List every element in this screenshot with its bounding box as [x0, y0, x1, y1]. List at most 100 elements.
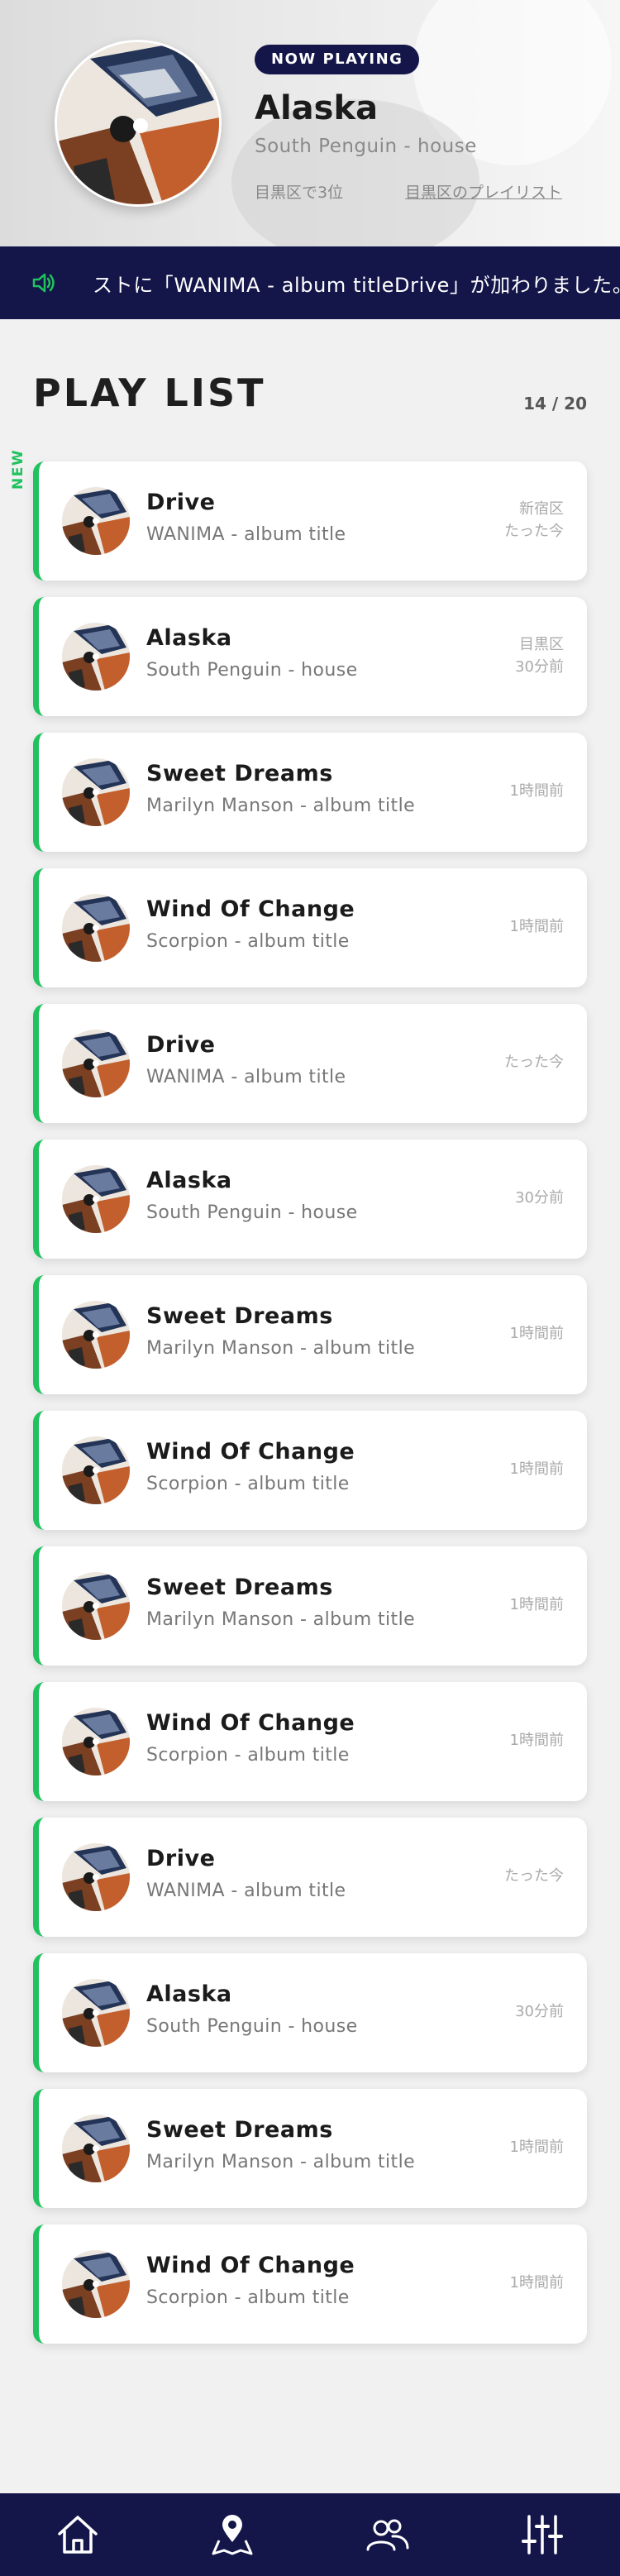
nav-settings-button[interactable]: [509, 2506, 575, 2564]
playlist-heading: PLAY LIST: [33, 370, 266, 415]
track-time: 30分前: [515, 2003, 564, 2020]
speaker-icon: [31, 271, 56, 294]
track-meta: 1時間前: [510, 780, 564, 802]
playlist-card[interactable]: Drive WANIMA - album title 新宿区 たった今: [33, 461, 587, 581]
track-time: 1時間前: [509, 2139, 564, 2156]
playlist-card[interactable]: Wind Of Change Scorpion - album title 1時…: [33, 1682, 587, 1801]
track-thumbnail: [62, 2250, 130, 2318]
map-icon: [212, 2515, 253, 2555]
playlist-card[interactable]: Wind Of Change Scorpion - album title 1時…: [33, 1411, 587, 1530]
bottom-nav: [0, 2493, 620, 2576]
playlist-card[interactable]: Alaska South Penguin - house 目黒区 30分前: [33, 597, 587, 716]
track-thumbnail: [62, 1708, 130, 1775]
nav-users-button[interactable]: [355, 2506, 421, 2564]
playlist-card[interactable]: Sweet Dreams Marilyn Manson - album titl…: [33, 1275, 587, 1394]
track-artist: Marilyn Manson - album title: [146, 1609, 416, 1630]
track-thumbnail: [62, 1979, 130, 2047]
nav-map-button[interactable]: [199, 2506, 265, 2564]
playlist-card[interactable]: Sweet Dreams Marilyn Manson - album titl…: [33, 1546, 587, 1666]
track-time: 1時間前: [509, 1460, 564, 1478]
equalizer-icon: [522, 2515, 564, 2554]
track-artist: Marilyn Manson - album title: [146, 1338, 416, 1359]
track-location: 新宿区: [519, 500, 564, 518]
track-meta: 1時間前: [510, 1322, 564, 1345]
track-time: 1時間前: [509, 782, 564, 800]
playlist-card[interactable]: Drive WANIMA - album title たった今: [33, 1004, 587, 1123]
track-artist: Marilyn Manson - album title: [146, 2152, 416, 2172]
track-meta: 新宿区 たった今: [504, 498, 564, 542]
track-meta: 30分前: [515, 1187, 564, 1209]
playlist-card[interactable]: Wind Of Change Scorpion - album title 1時…: [33, 2225, 587, 2344]
track-time: 1時間前: [509, 918, 564, 935]
track-thumbnail: [62, 894, 130, 962]
track-time: 1時間前: [509, 2274, 564, 2292]
track-artist: South Penguin - house: [146, 2016, 358, 2037]
ticker-message: ストに「WANIMA - album titleDrive」が加わりました。: [93, 274, 620, 297]
track-title: Drive: [146, 1846, 216, 1871]
track-thumbnail: [62, 623, 130, 691]
track-artist: Marilyn Manson - album title: [146, 796, 416, 816]
track-meta: たった今: [504, 1051, 564, 1073]
now-playing-rank: 目黒区で3位: [255, 184, 344, 202]
track-meta: 1時間前: [510, 2136, 564, 2158]
track-title: Wind Of Change: [146, 2253, 355, 2278]
track-thumbnail: [62, 2115, 130, 2182]
track-thumbnail: [62, 758, 130, 826]
track-title: Wind Of Change: [146, 1710, 355, 1736]
now-playing-artist: South Penguin - house: [255, 136, 477, 157]
users-icon: [366, 2519, 409, 2551]
track-time: たった今: [504, 523, 564, 540]
track-thumbnail: [62, 1572, 130, 1640]
track-thumbnail: [62, 487, 130, 555]
track-title: Alaska: [146, 1168, 232, 1193]
track-artist: WANIMA - album title: [146, 1881, 346, 1901]
track-meta: 1時間前: [510, 2272, 564, 2294]
track-title: Sweet Dreams: [146, 761, 333, 786]
track-title: Wind Of Change: [146, 896, 355, 922]
track-title: Sweet Dreams: [146, 1303, 333, 1329]
track-artist: Scorpion - album title: [146, 2287, 350, 2308]
now-playing-title: Alaska: [255, 89, 379, 127]
track-meta: 1時間前: [510, 1594, 564, 1616]
album-art-disc[interactable]: [55, 40, 222, 207]
playlist-card[interactable]: Drive WANIMA - album title たった今: [33, 1818, 587, 1937]
playlist-card[interactable]: Alaska South Penguin - house 30分前: [33, 1140, 587, 1259]
track-artist: South Penguin - house: [146, 660, 358, 681]
track-thumbnail: [62, 1165, 130, 1233]
track-time: 1時間前: [509, 1325, 564, 1342]
track-thumbnail: [62, 1301, 130, 1369]
track-thumbnail: [62, 1436, 130, 1504]
track-time: 30分前: [515, 658, 564, 676]
playlist-count: 14 / 20: [523, 394, 587, 413]
track-title: Sweet Dreams: [146, 2117, 333, 2143]
nav-home-button[interactable]: [45, 2506, 111, 2564]
home-icon: [58, 2516, 98, 2554]
track-time: 30分前: [515, 1189, 564, 1207]
track-time: たった今: [504, 1867, 564, 1885]
playlist-card[interactable]: Sweet Dreams Marilyn Manson - album titl…: [33, 2089, 587, 2208]
track-title: Alaska: [146, 625, 232, 651]
track-artist: Scorpion - album title: [146, 1745, 350, 1766]
track-meta: 30分前: [515, 2000, 564, 2023]
track-artist: South Penguin - house: [146, 1202, 358, 1223]
track-title: Drive: [146, 490, 216, 515]
playlist-card[interactable]: Sweet Dreams Marilyn Manson - album titl…: [33, 733, 587, 852]
track-meta: 1時間前: [510, 1729, 564, 1752]
track-title: Wind Of Change: [146, 1439, 355, 1465]
track-artist: WANIMA - album title: [146, 1067, 346, 1087]
track-thumbnail: [62, 1843, 130, 1911]
track-artist: WANIMA - album title: [146, 524, 346, 545]
track-title: Sweet Dreams: [146, 1575, 333, 1600]
playlist-card[interactable]: Alaska South Penguin - house 30分前: [33, 1953, 587, 2072]
track-thumbnail: [62, 1030, 130, 1097]
area-playlist-link[interactable]: 目黒区のプレイリスト: [405, 180, 562, 203]
track-title: Drive: [146, 1032, 216, 1058]
track-meta: 1時間前: [510, 1458, 564, 1480]
track-meta: たった今: [504, 1865, 564, 1887]
playlist-card[interactable]: Wind Of Change Scorpion - album title 1時…: [33, 868, 587, 987]
track-meta: 1時間前: [510, 915, 564, 938]
track-title: Alaska: [146, 1981, 232, 2007]
track-artist: Scorpion - album title: [146, 1474, 350, 1494]
track-meta: 目黒区 30分前: [515, 633, 564, 678]
track-artist: Scorpion - album title: [146, 931, 350, 952]
